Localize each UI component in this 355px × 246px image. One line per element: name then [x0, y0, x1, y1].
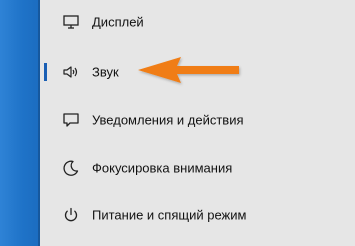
orange-pointer-arrow [138, 57, 239, 83]
sidebar-item-label: Питание и спящий режим [92, 207, 247, 223]
selected-indicator [44, 63, 47, 81]
sidebar-item-label: Дисплей [92, 14, 144, 30]
monitor-icon [62, 13, 80, 31]
left-accent-strip [0, 0, 40, 246]
moon-icon [62, 159, 80, 177]
sidebar-item-label: Звук [92, 64, 119, 80]
notification-icon [62, 111, 80, 129]
power-icon [62, 206, 80, 224]
sidebar-item-notifications[interactable]: Уведомления и действия [40, 98, 355, 142]
sidebar-item-focus-assist[interactable]: Фокусировка внимания [40, 146, 355, 190]
sidebar-item-label: Фокусировка внимания [92, 160, 233, 176]
sidebar-item-power-sleep[interactable]: Питание и спящий режим [40, 193, 355, 237]
sidebar-item-display[interactable]: Дисплей [40, 0, 355, 44]
speaker-icon [62, 63, 80, 81]
sidebar-item-label: Уведомления и действия [92, 112, 244, 128]
settings-sidebar: Дисплей Звук Уведомления и действия Фоку… [40, 0, 355, 246]
